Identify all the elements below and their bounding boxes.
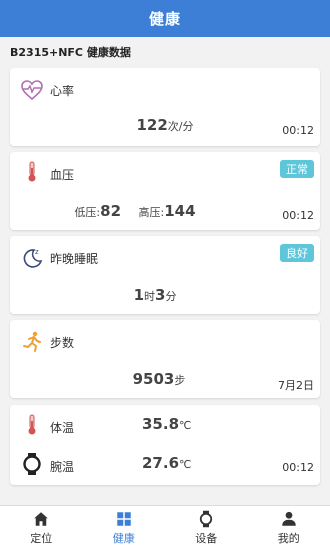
heart-rate-icon xyxy=(21,80,43,101)
temperature-time: 00:12 xyxy=(282,461,314,474)
sleep-minutes-unit: 分 xyxy=(165,290,177,303)
nav-item-device[interactable]: 设备 xyxy=(165,506,248,550)
page-title: 健康 xyxy=(148,10,181,28)
status-badge: 良好 xyxy=(280,244,314,262)
heart-rate-unit: 次/分 xyxy=(167,120,194,133)
body-temp-number: 35.8 xyxy=(142,415,180,433)
user-icon xyxy=(282,511,296,526)
sleep-label: 昨晚睡眠 xyxy=(50,252,99,266)
body-temp-value: 35.8℃ xyxy=(142,415,191,433)
heart-rate-number: 122 xyxy=(136,116,168,134)
status-badge: 正常 xyxy=(280,160,314,178)
wrist-temp-unit: ℃ xyxy=(179,458,192,471)
heart-rate-time: 00:12 xyxy=(282,124,314,137)
wrist-temp-number: 27.6 xyxy=(142,454,180,472)
steps-date: 7月2日 xyxy=(278,379,314,392)
sleep-duration: 1时3分 xyxy=(0,286,310,304)
steps-unit: 步 xyxy=(174,374,186,387)
moon-icon: z xyxy=(23,248,43,268)
app-header: 健康 xyxy=(0,0,330,37)
low-pressure-value: 82 xyxy=(100,202,122,220)
steps-value: 9503步 xyxy=(4,370,314,388)
sleep-hours-unit: 时 xyxy=(144,290,155,303)
section-title: B2315+NFC 健康数据 xyxy=(10,46,131,59)
svg-text:z: z xyxy=(35,248,39,256)
blood-pressure-card[interactable]: 血压 正常 低压:82 高压:144 00:12 xyxy=(10,152,320,230)
steps-number: 9503 xyxy=(132,370,175,388)
nav-label-location: 定位 xyxy=(30,532,53,545)
wrist-temp-value: 27.6℃ xyxy=(142,454,191,472)
sleep-hours: 1 xyxy=(133,286,144,304)
low-pressure-label: 低压: xyxy=(74,206,101,219)
steps-label: 步数 xyxy=(50,336,75,350)
steps-card[interactable]: 步数 9503步 7月2日 xyxy=(10,320,320,398)
body-temp-label: 体温 xyxy=(50,421,75,435)
wrist-temp-label: 腕温 xyxy=(50,460,75,474)
sleep-card[interactable]: z 昨晚睡眠 良好 1时3分 xyxy=(10,236,320,314)
blood-pressure-label: 血压 xyxy=(50,168,75,182)
high-pressure-label: 高压: xyxy=(138,206,165,219)
thermometer-icon xyxy=(28,161,36,182)
nav-item-profile[interactable]: 我的 xyxy=(248,506,330,550)
heart-rate-label: 心率 xyxy=(50,84,75,98)
watch-icon xyxy=(23,453,41,475)
blood-pressure-values: 低压:82 高压:144 xyxy=(0,202,290,220)
body-temp-unit: ℃ xyxy=(179,419,192,432)
blood-pressure-time: 00:12 xyxy=(282,209,314,222)
nav-item-health[interactable]: 健康 xyxy=(83,506,166,550)
heart-rate-card[interactable]: 心率 122次/分 00:12 xyxy=(10,68,320,146)
bottom-nav: 定位 健康 设备 我的 xyxy=(0,505,330,550)
temperature-card[interactable]: 体温 35.8℃ 腕温 27.6℃ 00:12 xyxy=(10,405,320,485)
nav-item-location[interactable]: 定位 xyxy=(0,506,83,550)
watch-icon xyxy=(200,510,213,528)
home-icon xyxy=(34,512,48,526)
high-pressure-value: 144 xyxy=(164,202,196,220)
thermometer-icon xyxy=(28,414,36,435)
grid-icon xyxy=(117,512,131,526)
nav-label-device: 设备 xyxy=(195,532,218,545)
heart-rate-value: 122次/分 xyxy=(10,116,320,134)
nav-label-profile: 我的 xyxy=(277,532,300,545)
running-icon xyxy=(23,331,41,352)
sleep-minutes: 3 xyxy=(155,286,166,304)
nav-label-health: 健康 xyxy=(112,532,135,545)
